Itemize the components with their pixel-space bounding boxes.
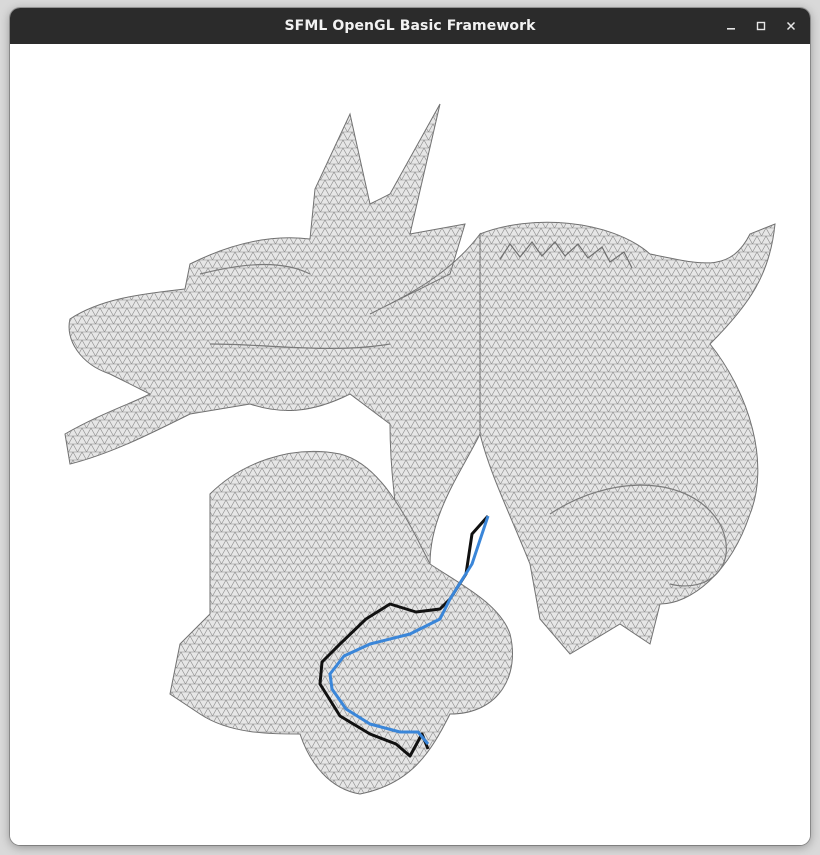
render-canvas[interactable] [10,44,810,845]
close-button[interactable] [778,13,804,39]
title-bar[interactable]: SFML OpenGL Basic Framework [10,8,810,44]
minimize-icon [727,28,735,30]
minimize-button[interactable] [718,13,744,39]
window-controls [718,8,804,44]
opengl-viewport[interactable] [10,44,810,845]
maximize-icon [756,21,766,31]
dragon-lower-wire [170,451,513,794]
dragon-mesh [64,103,776,795]
close-icon [786,21,796,31]
window-title: SFML OpenGL Basic Framework [284,18,536,34]
app-window: SFML OpenGL Basic Framework [10,8,810,845]
maximize-button[interactable] [748,13,774,39]
dragon-body-wire [480,222,775,655]
